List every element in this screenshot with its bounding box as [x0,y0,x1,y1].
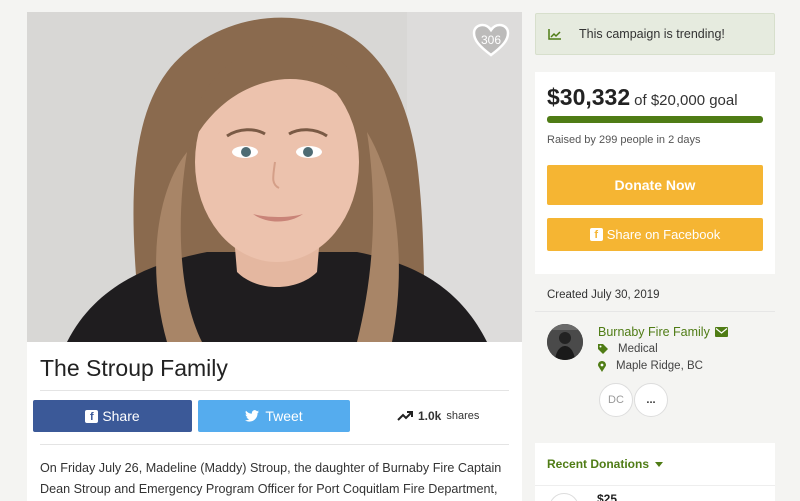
trending-banner: This campaign is trending! [535,13,775,55]
organizer-link[interactable]: Burnaby Fire Family [598,325,728,339]
share-on-facebook-button[interactable]: f Share on Facebook [547,218,763,251]
email-icon[interactable] [714,327,728,337]
more-organizers-button[interactable]: ... [634,383,668,417]
tag-icon [598,344,608,354]
raised-by-text: Raised by 299 people in 2 days [547,134,701,146]
tweet-button[interactable]: Tweet [198,400,350,432]
organizer-avatar[interactable] [547,324,583,360]
share-on-facebook-label: Share on Facebook [606,227,721,242]
co-organizer-button[interactable]: DC [599,383,633,417]
share-label: Share [102,408,140,424]
raised-summary: $30,332 of $20,000 goal [547,84,738,111]
twitter-icon [245,410,260,422]
campaign-title: The Stroup Family [40,355,228,381]
campaign-card: 306 The Stroup Family f Share Tweet 1.0k… [27,12,522,501]
donation-panel: $30,332 of $20,000 goal Raised by 299 pe… [535,72,775,274]
divider [40,444,509,445]
recent-donations-toggle[interactable]: Recent Donations [547,457,664,471]
trend-up-icon [397,411,413,421]
organizer-location: Maple Ridge, BC [598,360,703,372]
heart-count: 306 [480,33,502,47]
shares-count: 1.0k shares [397,404,479,428]
campaign-photo [27,12,522,342]
amount-raised: $30,332 [547,84,631,110]
trending-text: This campaign is trending! [579,27,725,41]
chart-icon [548,28,561,40]
donor-avatar [549,493,579,501]
recent-donations-panel: Recent Donations $25 [535,443,775,501]
divider [535,311,775,312]
facebook-icon: f [85,409,99,423]
recent-donations-label: Recent Donations [547,457,650,471]
divider [535,485,775,486]
divider [40,390,509,391]
progress-fill [547,116,763,123]
goal-text: of $20,000 goal [634,92,738,109]
facebook-icon: f [589,228,603,241]
tweet-label: Tweet [265,408,303,424]
location-label: Maple Ridge, BC [616,360,703,372]
category-label: Medical [618,343,658,355]
organizer-category: Medical [598,343,658,355]
shares-number: 1.0k [418,409,442,423]
campaign-story: On Friday July 26, Madeline (Maddy) Stro… [40,461,502,496]
location-icon [598,360,606,372]
progress-bar [547,116,763,123]
facebook-share-button[interactable]: f Share [33,400,192,432]
created-date: Created July 30, 2019 [547,289,660,301]
donate-now-button[interactable]: Donate Now [547,165,763,205]
donation-amount: $25 [597,492,618,501]
shares-label: shares [446,410,480,422]
caret-down-icon [655,461,664,467]
organizer-name: Burnaby Fire Family [598,325,710,339]
